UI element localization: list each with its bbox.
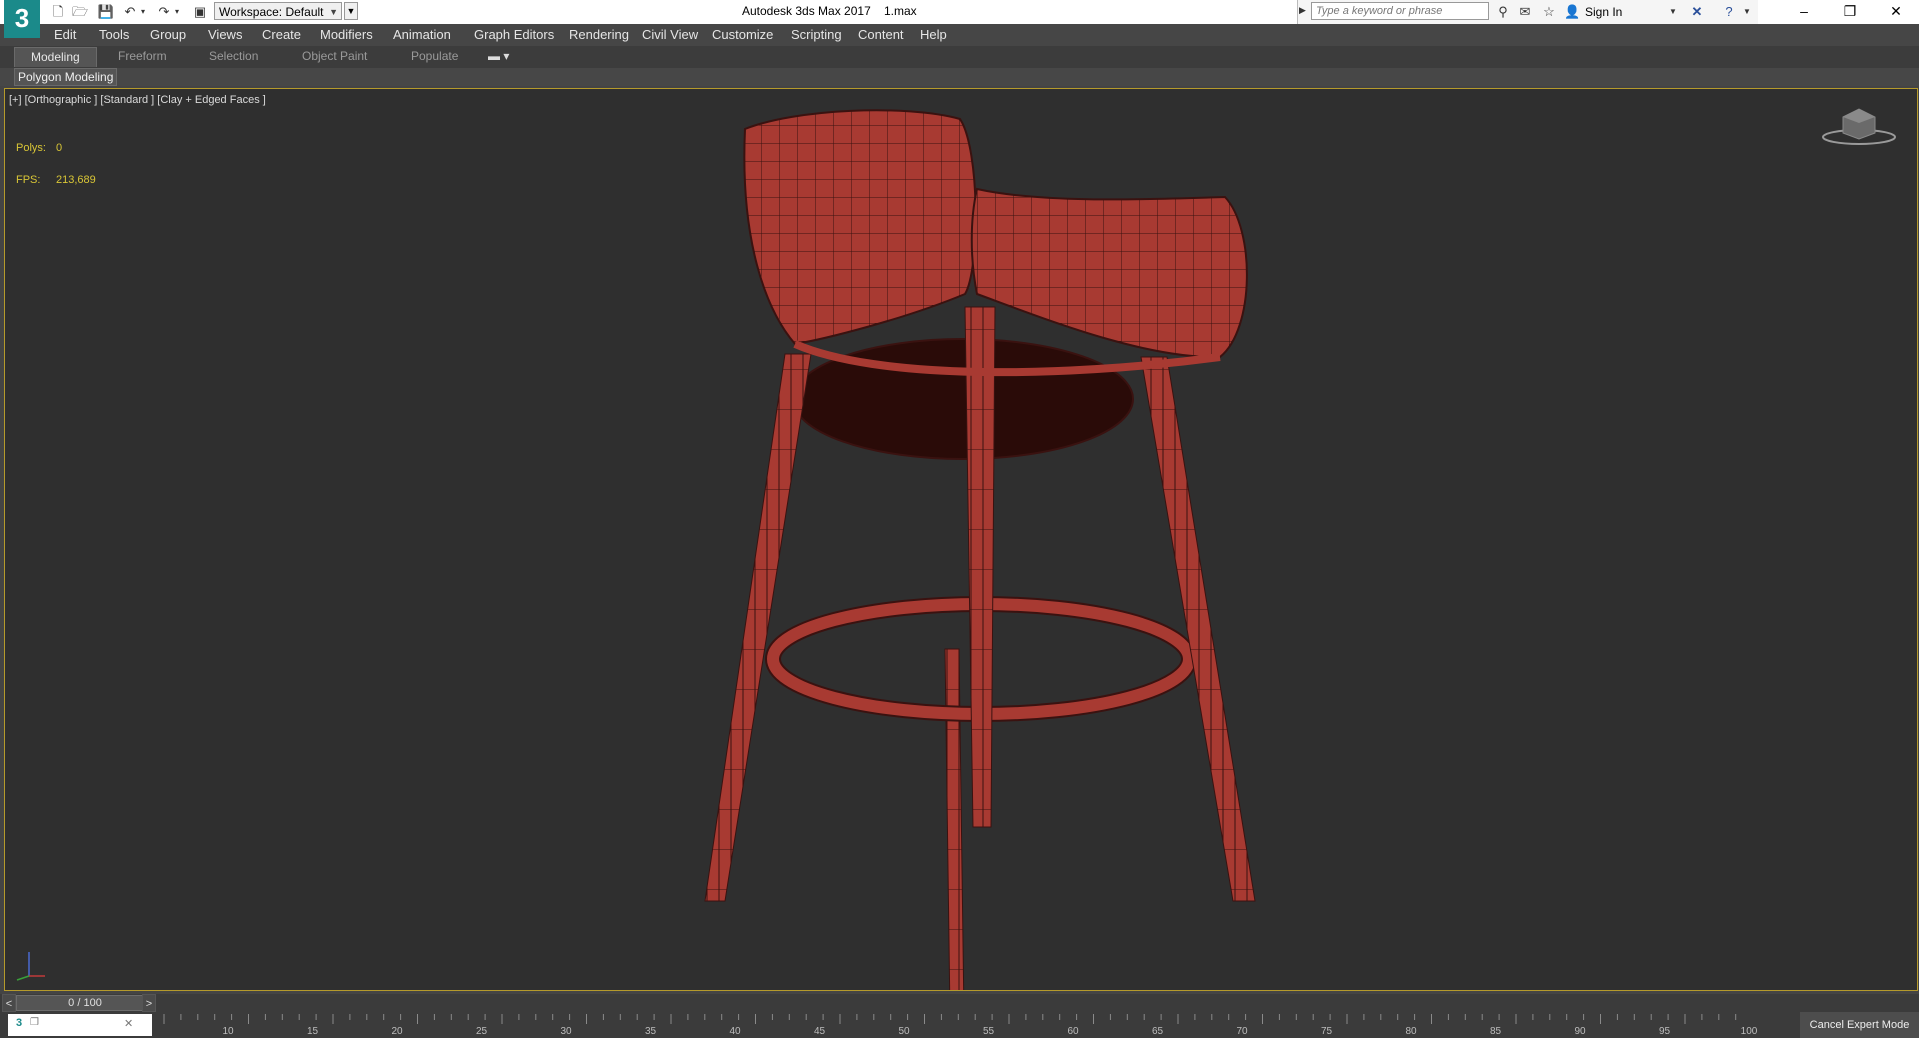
help-dropdown-icon[interactable]: ▼	[1738, 3, 1756, 21]
close-icon[interactable]: ✕	[124, 1017, 133, 1030]
timeline-tick-label: 75	[1320, 1026, 1333, 1037]
backrest-left	[743, 109, 977, 346]
sign-in-link[interactable]: Sign In	[1585, 5, 1622, 19]
new-file-icon[interactable]: 🗋	[48, 3, 68, 21]
tab-selection[interactable]: Selection	[209, 49, 258, 63]
quick-access-menu-icon[interactable]: ▼	[344, 2, 358, 20]
redo-icon[interactable]: ↷	[154, 3, 174, 21]
cancel-expert-mode-button[interactable]: Cancel Expert Mode	[1800, 1012, 1919, 1038]
infocenter-expand-icon[interactable]: ▶	[1299, 5, 1306, 16]
app-title: Autodesk 3ds Max 2017	[742, 4, 871, 18]
minimized-window-box[interactable]: 3 ❐ ✕	[8, 1014, 152, 1036]
timeline-tick-label: 90	[1574, 1026, 1586, 1037]
app-logo-icon[interactable]: 3	[4, 0, 40, 38]
main-menu-bar: Edit Tools Group Views Create Modifiers …	[0, 24, 1919, 46]
menu-create[interactable]: Create	[262, 27, 301, 42]
viewport-perspective[interactable]: [+] [Orthographic ] [Standard ] [Clay + …	[4, 88, 1918, 991]
time-slider-bar: < 0 / 100 >	[0, 994, 1919, 1012]
menu-content[interactable]: Content	[858, 27, 904, 42]
workspace-dropdown[interactable]: Workspace: Default ▼	[214, 2, 342, 20]
tab-populate[interactable]: Populate	[411, 49, 458, 63]
front-leg	[964, 306, 996, 828]
ribbon-panel: Polygon Modeling	[0, 68, 1919, 86]
timeline-tick-label: 60	[1067, 1026, 1079, 1037]
timeline-tick-label: 20	[391, 1026, 403, 1037]
timeline-tick-label: 65	[1151, 1026, 1164, 1037]
tab-modeling[interactable]: Modeling	[14, 47, 97, 67]
project-folder-icon[interactable]: ▣	[190, 3, 210, 21]
ribbon-options-icon[interactable]: ▬ ▾	[488, 49, 509, 63]
minimize-button[interactable]: –	[1781, 0, 1827, 24]
favorites-star-icon[interactable]: ☆	[1540, 3, 1558, 21]
chevron-down-icon: ▼	[329, 7, 338, 17]
time-slider-thumb[interactable]: 0 / 100	[16, 995, 154, 1011]
timeline: 3 ❐ ✕ 10 15 20 25 30 35 40 45 50 55 60 65 70 75 80 85 90…	[0, 1012, 1919, 1038]
menu-help[interactable]: Help	[920, 27, 947, 42]
menu-graph-editors[interactable]: Graph Editors	[474, 27, 554, 42]
file-name: 1.max	[884, 4, 917, 18]
menu-edit[interactable]: Edit	[54, 27, 76, 42]
timeline-tick-label: 35	[644, 1026, 657, 1037]
save-icon[interactable]: 💾	[96, 3, 116, 21]
bar-stool-model[interactable]	[5, 89, 1918, 991]
redo-dropdown-icon[interactable]: ▾	[172, 3, 182, 21]
polygon-modeling-button[interactable]: Polygon Modeling	[14, 68, 118, 86]
menu-views[interactable]: Views	[208, 27, 242, 42]
menu-group[interactable]: Group	[150, 27, 186, 42]
communication-center-icon[interactable]: ✉	[1516, 3, 1534, 21]
backrest-right	[970, 187, 1248, 359]
restore-icon[interactable]: ❐	[30, 1017, 39, 1028]
max-app-icon: 3	[16, 1017, 23, 1029]
menu-civil-view[interactable]: Civil View	[642, 27, 698, 42]
timeline-tick-label: 30	[560, 1026, 572, 1037]
workspace-label: Workspace: Default	[219, 5, 324, 19]
timeline-tick-label: 70	[1236, 1026, 1248, 1037]
exchange-apps-icon[interactable]: ✕	[1688, 3, 1706, 21]
timeline-tick-label: 40	[729, 1026, 741, 1037]
sign-in-dropdown-icon[interactable]: ▼	[1664, 3, 1682, 21]
undo-icon[interactable]: ↶	[120, 3, 140, 21]
ribbon-tab-bar: Modeling Freeform Selection Object Paint…	[0, 46, 1919, 69]
menu-modifiers[interactable]: Modifiers	[320, 27, 373, 42]
user-icon[interactable]: 👤	[1564, 3, 1580, 21]
restore-button[interactable]: ❐	[1827, 0, 1873, 24]
menu-scripting[interactable]: Scripting	[791, 27, 842, 42]
timeline-tick-label: 100	[1740, 1026, 1758, 1037]
timeline-tick-label: 50	[898, 1026, 910, 1037]
timeline-tick-label: 45	[813, 1026, 826, 1037]
menu-customize[interactable]: Customize	[712, 27, 773, 42]
open-file-icon[interactable]: 🗁	[70, 3, 90, 21]
title-bar: 3 🗋 🗁 💾 ↶ ▾ ↷ ▾ ▣ Workspace: Default ▼ ▼…	[0, 0, 1919, 38]
timeline-tick-label: 15	[306, 1026, 319, 1037]
help-icon[interactable]: ?	[1720, 3, 1738, 21]
menu-animation[interactable]: Animation	[393, 27, 451, 42]
axis-tripod-icon	[16, 952, 45, 981]
timeline-tick-label: 10	[222, 1026, 234, 1037]
menu-rendering[interactable]: Rendering	[569, 27, 629, 42]
time-prev-button[interactable]: <	[2, 994, 16, 1012]
timeline-tick-label: 80	[1405, 1026, 1417, 1037]
tab-freeform[interactable]: Freeform	[118, 49, 167, 63]
timeline-tick-label: 55	[982, 1026, 995, 1037]
search-input[interactable]: Type a keyword or phrase	[1311, 2, 1489, 20]
tab-object-paint[interactable]: Object Paint	[302, 49, 367, 63]
binoculars-icon[interactable]: ⚲	[1494, 3, 1512, 21]
timeline-tick-label: 95	[1658, 1026, 1671, 1037]
center-leg	[944, 648, 965, 990]
undo-dropdown-icon[interactable]: ▾	[138, 3, 148, 21]
menu-tools[interactable]: Tools	[99, 27, 129, 42]
close-window-button[interactable]: ✕	[1873, 0, 1919, 24]
timeline-tick-label: 85	[1489, 1026, 1502, 1037]
time-next-button[interactable]: >	[142, 994, 156, 1012]
timeline-tick-label: 25	[475, 1026, 488, 1037]
